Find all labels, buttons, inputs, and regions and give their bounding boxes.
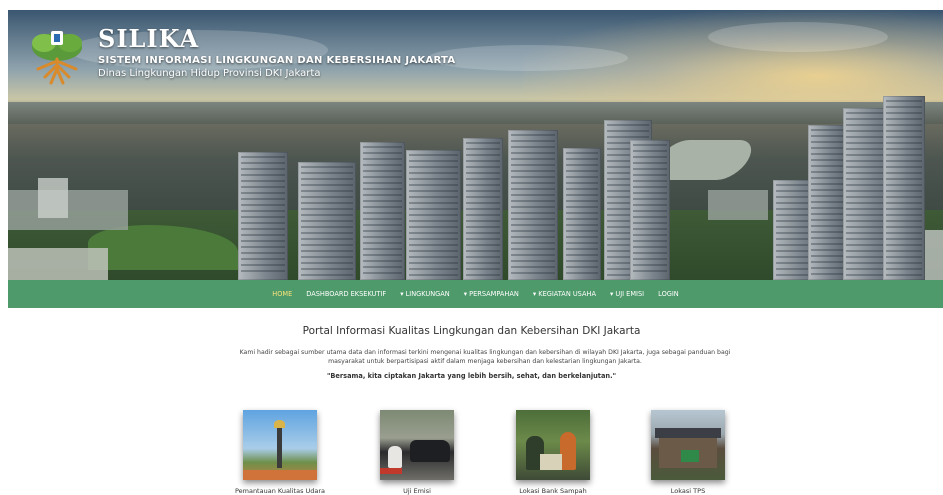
person-shape — [560, 432, 576, 470]
tower — [630, 140, 670, 280]
tower — [463, 138, 503, 280]
tower — [883, 96, 925, 280]
cloud — [428, 45, 628, 71]
card-pemantauan-kualitas-udara[interactable]: Pemantauan Kualitas Udara — [205, 410, 355, 495]
monument-flame — [274, 420, 285, 428]
waste-bank-photo[interactable] — [516, 410, 590, 480]
site-subtitle: SISTEM INFORMASI LINGKUNGAN DAN KEBERSIH… — [98, 55, 456, 66]
emission-test-photo[interactable] — [380, 410, 454, 480]
low-building — [8, 190, 128, 230]
low-building — [708, 190, 768, 220]
nav-home[interactable]: HOME — [265, 290, 299, 298]
technician-shape — [388, 446, 402, 468]
nav-uji-emisi-dropdown[interactable]: ▾ UJI EMISI — [603, 290, 651, 298]
tagline-quote: "Bersama, kita ciptakan Jakarta yang leb… — [326, 372, 617, 380]
tps-site-photo[interactable] — [651, 410, 725, 480]
tower — [360, 142, 405, 280]
nav-lingkungan-dropdown[interactable]: ▾ LINGKUNGAN — [393, 290, 457, 298]
card-uji-emisi[interactable]: Uji Emisi — [342, 410, 492, 495]
intro-paragraph: Kami hadir sebagai sumber utama data dan… — [239, 349, 731, 365]
roof-shape — [655, 428, 721, 438]
nav-kegiatan-usaha-dropdown[interactable]: ▾ KEGIATAN USAHA — [526, 290, 603, 298]
nav-persampahan-dropdown[interactable]: ▾ PERSAMPAHAN — [457, 290, 526, 298]
monument-shape — [277, 424, 282, 468]
hero-banner: SILIKA SISTEM INFORMASI LINGKUNGAN DAN K… — [8, 10, 943, 280]
nav-login[interactable]: LOGIN — [651, 290, 686, 298]
site-title: SILIKA — [98, 24, 200, 53]
tower — [238, 152, 288, 280]
card-lokasi-tps[interactable]: Lokasi TPS — [613, 410, 763, 495]
card-lokasi-bank-sampah[interactable]: Lokasi Bank Sampah — [478, 410, 628, 495]
tower — [563, 148, 601, 280]
cloud — [708, 22, 888, 52]
tower — [406, 150, 461, 280]
low-building — [38, 178, 68, 218]
nav-dashboard-eksekutif[interactable]: DASHBOARD EKSEKUTIF — [299, 290, 393, 298]
agency-name: Dinas Lingkungan Hidup Provinsi DKI Jaka… — [98, 68, 321, 79]
sign-board — [681, 450, 699, 462]
portal-title: Portal Informasi Kualitas Lingkungan dan… — [302, 325, 641, 337]
equipment-shape — [380, 468, 402, 474]
air-quality-monument-image[interactable] — [243, 410, 317, 480]
low-building — [8, 248, 108, 280]
tower — [508, 130, 558, 280]
tower — [298, 162, 356, 280]
car-shape — [410, 440, 450, 462]
flower-bed — [243, 470, 317, 480]
tower — [808, 125, 848, 280]
tree-with-roots-and-emblem-icon — [32, 31, 82, 85]
city-horizon — [8, 102, 943, 124]
main-navbar: HOME DASHBOARD EKSEKUTIF ▾ LINGKUNGAN ▾ … — [8, 280, 943, 308]
waste-sack-shape — [540, 454, 562, 470]
